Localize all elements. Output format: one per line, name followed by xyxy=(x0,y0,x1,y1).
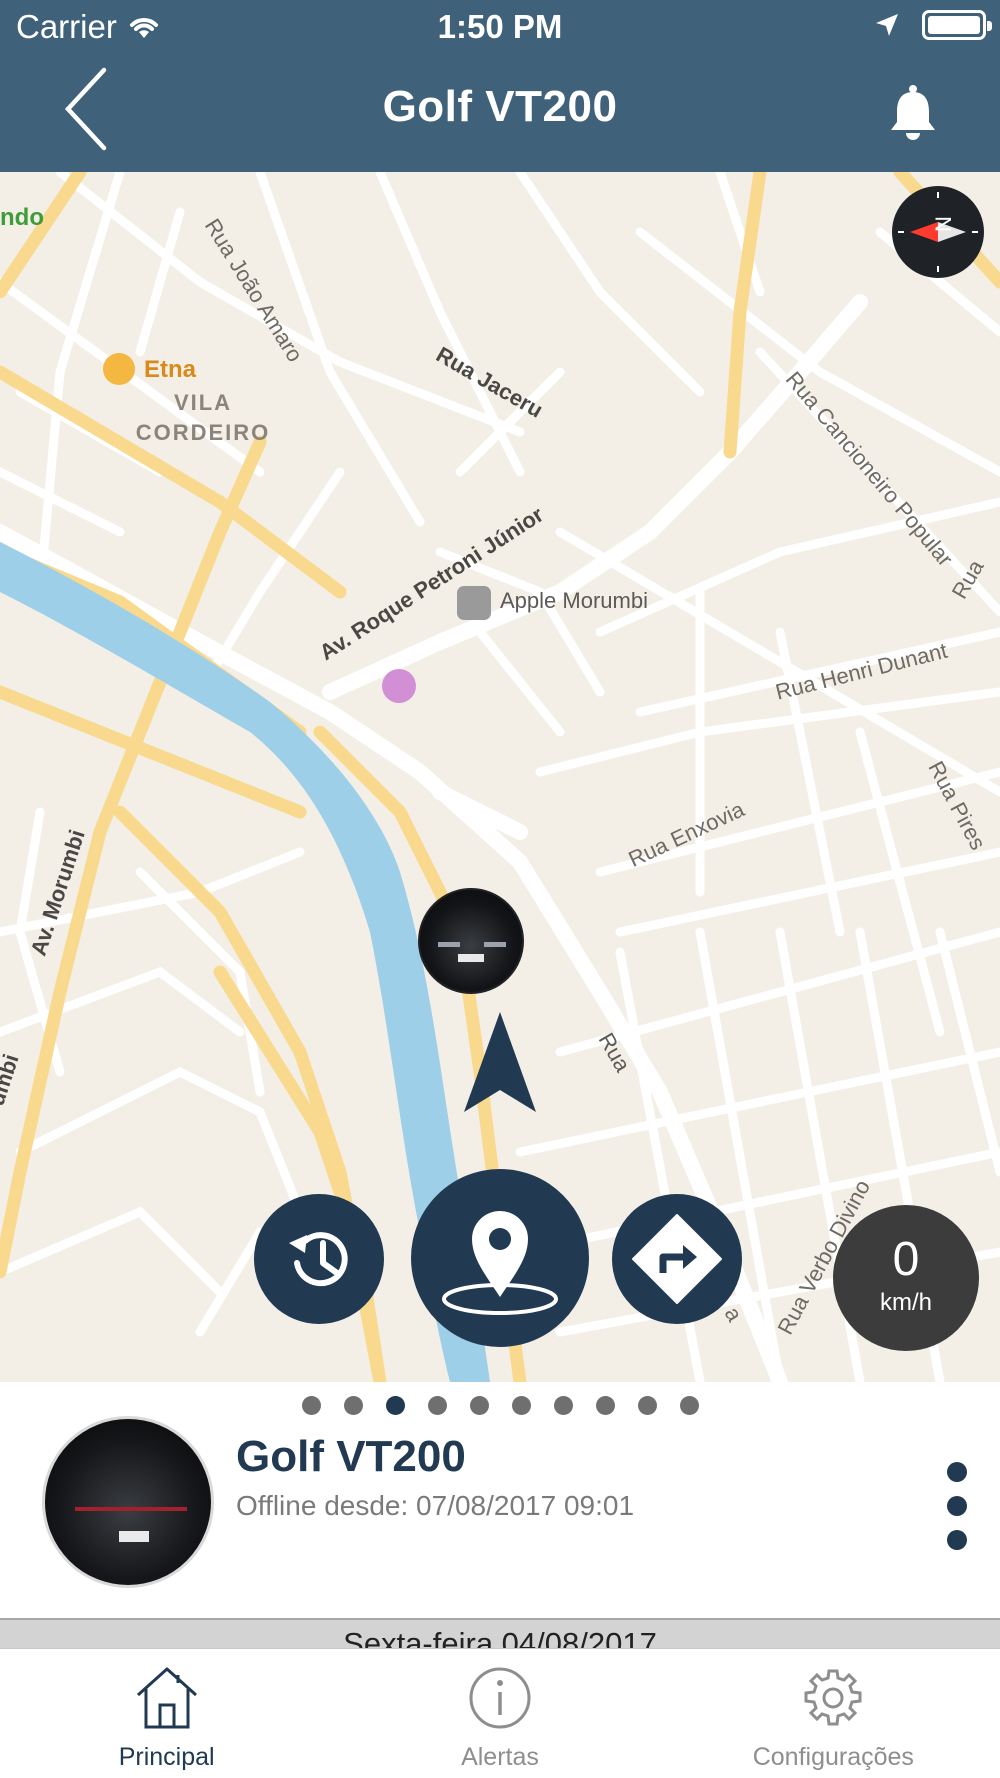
battery-icon xyxy=(922,10,992,40)
more-options-button[interactable] xyxy=(942,1462,972,1550)
locate-vehicle-button[interactable] xyxy=(411,1169,589,1347)
gear-icon xyxy=(804,1669,862,1726)
more-vertical-icon-dot xyxy=(947,1496,967,1516)
directions-icon xyxy=(632,1214,722,1304)
vehicle-card[interactable]: Golf VT200 Offline desde: 07/08/2017 09:… xyxy=(0,1382,1000,1618)
tab-bar: Principal Alertas Configurações xyxy=(0,1648,1000,1778)
page-dot-active[interactable] xyxy=(385,1396,405,1415)
location-pin-icon xyxy=(442,1211,558,1315)
tab-label: Principal xyxy=(118,1743,215,1771)
alerts-button[interactable] xyxy=(888,84,938,142)
compass-button[interactable]: N xyxy=(892,186,984,278)
page-dot[interactable] xyxy=(469,1396,489,1415)
location-arrow-icon xyxy=(876,14,898,36)
tab-label: Alertas xyxy=(461,1743,539,1771)
vehicle-status: Offline desde: 07/08/2017 09:01 xyxy=(236,1490,635,1521)
navigation-header: Carrier 1:50 PM Golf VT200 xyxy=(0,0,1000,172)
history-button[interactable] xyxy=(254,1194,384,1324)
map-view[interactable]: ndo Rua João Amaro Rua Jaceru Etna VILA … xyxy=(0,172,1000,1382)
page-dot[interactable] xyxy=(343,1396,363,1415)
history-date-header: Sexta-feira 04/08/2017 xyxy=(0,1618,1000,1648)
page-title: Golf VT200 xyxy=(382,82,618,131)
home-icon xyxy=(136,1667,197,1729)
map-label: ndo xyxy=(0,204,44,231)
history-icon xyxy=(289,1232,348,1287)
speed-value: 0 xyxy=(892,1233,920,1286)
status-time: 1:50 PM xyxy=(437,8,563,45)
status-indicators xyxy=(874,10,992,40)
tab-principal[interactable]: Principal xyxy=(0,1649,333,1778)
map-label-etna[interactable]: Etna xyxy=(144,356,196,384)
speed-unit: km/h xyxy=(879,1289,932,1316)
vehicle-name: Golf VT200 xyxy=(236,1432,466,1481)
tab-configuracoes[interactable]: Configurações xyxy=(667,1649,1000,1778)
page-dot[interactable] xyxy=(595,1396,615,1415)
more-vertical-icon-dot xyxy=(947,1530,967,1550)
page-indicator[interactable] xyxy=(0,1396,1000,1415)
compass-icon: N xyxy=(898,192,978,272)
district-label-line2: CORDEIRO xyxy=(135,420,271,445)
page-dot[interactable] xyxy=(301,1396,321,1415)
map-label-apple-morumbi[interactable]: Apple Morumbi xyxy=(500,588,648,614)
page-dot[interactable] xyxy=(511,1396,531,1415)
svg-text:N: N xyxy=(931,216,956,232)
app-root: Carrier 1:50 PM Golf VT200 ndo Rua João … xyxy=(0,0,1000,1778)
bell-icon xyxy=(891,85,935,140)
more-vertical-icon xyxy=(947,1462,967,1482)
page-dot[interactable] xyxy=(427,1396,447,1415)
license-plate xyxy=(458,954,484,962)
directions-button[interactable] xyxy=(612,1194,742,1324)
page-dot[interactable] xyxy=(679,1396,699,1415)
district-label: VILA CORDEIRO xyxy=(128,388,278,448)
page-dot[interactable] xyxy=(553,1396,573,1415)
district-label-line1: VILA xyxy=(173,390,233,415)
tab-label: Configurações xyxy=(752,1743,914,1771)
info-icon xyxy=(469,1667,531,1729)
vehicle-avatar xyxy=(42,1416,214,1588)
navigation-arrow-icon xyxy=(464,1012,536,1112)
speed-indicator: 0 km/h xyxy=(833,1205,979,1351)
tab-alertas[interactable]: Alertas xyxy=(333,1649,666,1778)
page-dot[interactable] xyxy=(637,1396,657,1415)
history-date-label: Sexta-feira 04/08/2017 xyxy=(343,1626,657,1648)
vehicle-map-marker[interactable] xyxy=(418,888,524,994)
